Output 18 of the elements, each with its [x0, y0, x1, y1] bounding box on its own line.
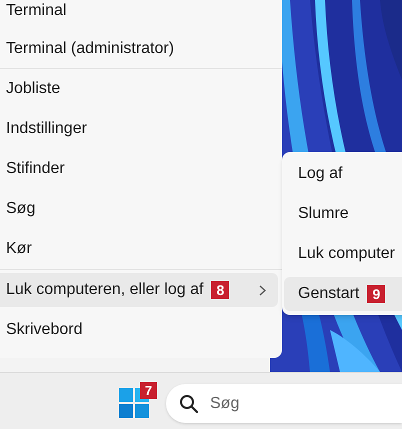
search-field[interactable]: Søg: [166, 384, 402, 423]
menu-item[interactable]: Kør: [0, 232, 278, 266]
menu-item[interactable]: Stifinder: [0, 152, 278, 186]
menu-item[interactable]: Genstart 9: [284, 277, 402, 311]
menu-item[interactable]: Terminal: [0, 0, 278, 27]
menu-item[interactable]: Slumre: [284, 197, 402, 231]
menu-item[interactable]: Søg: [0, 192, 278, 226]
menu-item[interactable]: Skrivebord: [0, 313, 278, 347]
menu-item[interactable]: Luk computeren, eller log af 8: [0, 273, 278, 307]
menu-item[interactable]: Indstillinger: [0, 112, 278, 146]
search-icon: [179, 394, 199, 414]
number-badge: 7: [140, 382, 157, 399]
number-badge: 9: [367, 285, 386, 303]
menu-item[interactable]: Terminal (administrator): [0, 33, 278, 65]
number-badge: 8: [211, 281, 230, 299]
menu-item[interactable]: Jobliste: [0, 72, 278, 106]
menu-item[interactable]: Luk computer: [284, 237, 402, 271]
menu-item[interactable]: Log af: [284, 157, 402, 191]
